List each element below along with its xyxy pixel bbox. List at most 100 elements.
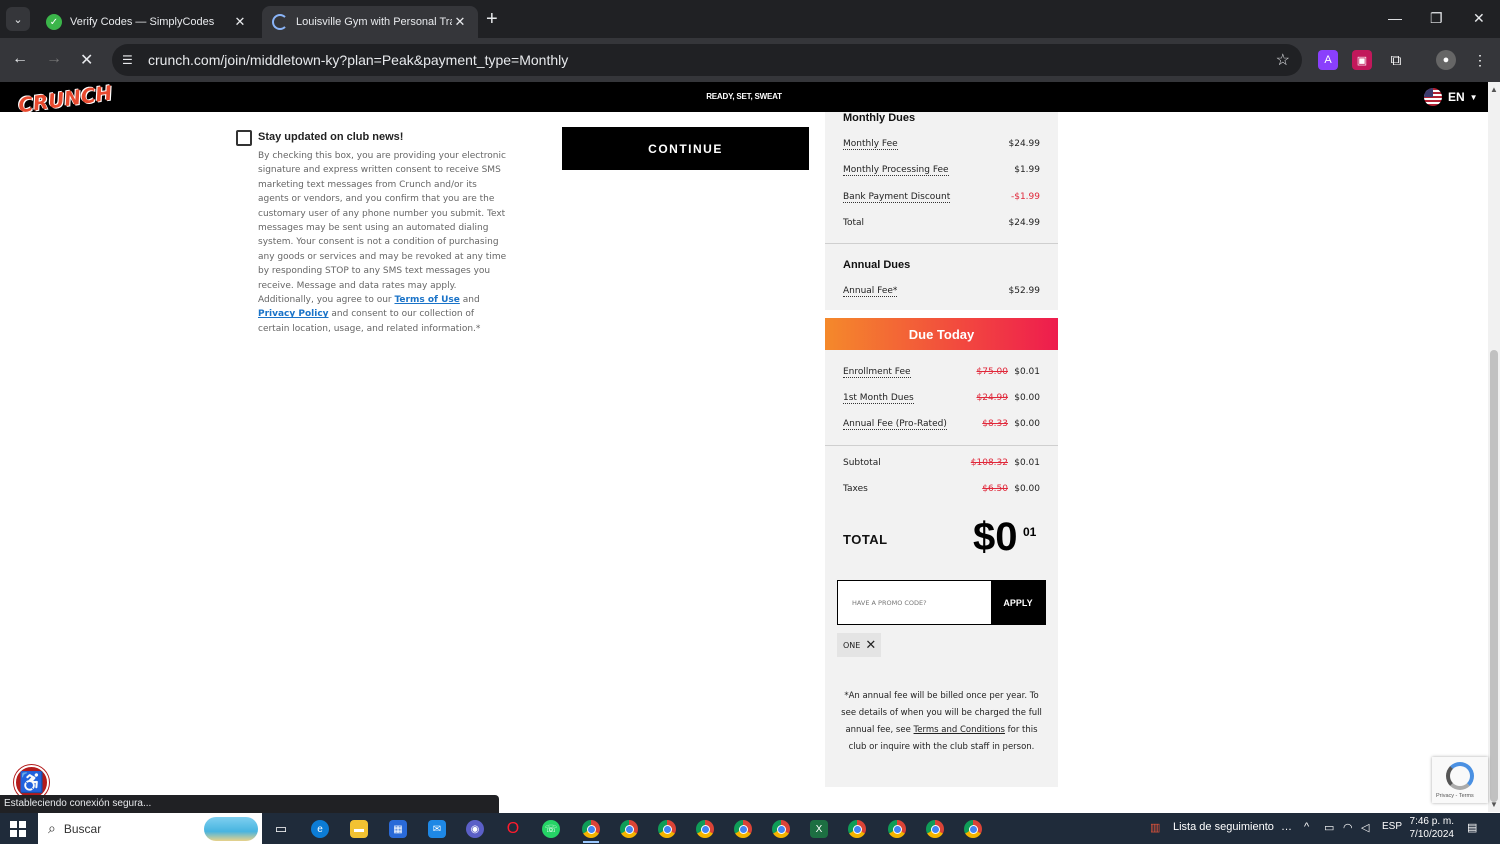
close-window-icon[interactable]: ✕ bbox=[1473, 10, 1485, 27]
summary-row: Taxes $6.50 $0.00 bbox=[843, 484, 1040, 498]
mail-icon[interactable]: ✉ bbox=[428, 820, 446, 838]
processing-fee-label[interactable]: Monthly Processing Fee bbox=[843, 165, 949, 176]
recaptcha-badge[interactable]: Privacy - Terms bbox=[1432, 757, 1488, 803]
optin-title: Stay updated on club news! bbox=[258, 131, 404, 143]
edge-icon[interactable]: e bbox=[311, 820, 329, 838]
taxes-original: $6.50 bbox=[982, 484, 1008, 494]
chrome-icon[interactable] bbox=[848, 820, 866, 838]
recaptcha-logo-icon bbox=[1446, 762, 1474, 790]
tab-title: Verify Codes — SimplyCodes bbox=[70, 16, 215, 28]
summary-row: Total $24.99 bbox=[843, 218, 1040, 232]
close-tab-icon[interactable]: ✕ bbox=[452, 14, 468, 30]
chrome-icon[interactable] bbox=[734, 820, 752, 838]
subtotal-original: $108.32 bbox=[970, 458, 1008, 468]
chrome-icon[interactable] bbox=[696, 820, 714, 838]
chrome-icon[interactable] bbox=[964, 820, 982, 838]
summary-row: Monthly Processing Fee $1.99 bbox=[843, 165, 1040, 179]
promo-code-input[interactable] bbox=[838, 581, 992, 624]
windows-start-icon[interactable] bbox=[10, 821, 26, 837]
total-dollars: $0 bbox=[973, 515, 1018, 559]
enrollment-fee-label[interactable]: Enrollment Fee bbox=[843, 367, 911, 378]
minimize-icon[interactable]: — bbox=[1388, 10, 1402, 26]
whatsapp-icon[interactable]: ☏ bbox=[542, 820, 560, 838]
tab-search-button[interactable]: ⌄ bbox=[6, 7, 30, 31]
summary-row: 1st Month Dues $24.99 $0.00 bbox=[843, 393, 1040, 407]
windows-taskbar: ⌕ Buscar ▭ e ▬ ▦ ✉ ◉ O ☏ X ▥ Lista de se… bbox=[0, 813, 1500, 844]
tab-simplycodes[interactable]: ✓ Verify Codes — SimplyCodes ✕ bbox=[36, 6, 258, 38]
profile-avatar-icon[interactable]: ● bbox=[1436, 50, 1456, 70]
chrome-icon[interactable] bbox=[888, 820, 906, 838]
enrollment-fee-value: $0.01 bbox=[1014, 367, 1040, 377]
bank-discount-value: -$1.99 bbox=[1010, 192, 1040, 202]
divider bbox=[825, 445, 1058, 446]
opera-icon[interactable]: O bbox=[504, 820, 522, 838]
address-bar[interactable]: ☰ crunch.com/join/middletown-ky?plan=Pea… bbox=[112, 44, 1302, 76]
scrollbar-thumb[interactable] bbox=[1490, 350, 1498, 802]
task-view-icon[interactable]: ▭ bbox=[272, 820, 290, 838]
browser-menu-icon[interactable]: ⋮ bbox=[1470, 50, 1490, 70]
scroll-up-icon[interactable]: ▲ bbox=[1490, 85, 1498, 94]
watchlist-icon[interactable]: ▥ bbox=[1150, 821, 1160, 834]
language-selector[interactable]: EN ▼ bbox=[1424, 88, 1478, 106]
divider bbox=[825, 243, 1058, 244]
stop-loading-icon[interactable]: ✕ bbox=[80, 50, 93, 70]
chrome-icon[interactable] bbox=[658, 820, 676, 838]
url-text[interactable]: crunch.com/join/middletown-ky?plan=Peak&… bbox=[148, 52, 568, 68]
extensions-puzzle-icon[interactable]: ⧉ bbox=[1386, 50, 1406, 70]
monthly-fee-label[interactable]: Monthly Fee bbox=[843, 139, 898, 150]
monthly-total-value: $24.99 bbox=[1008, 218, 1041, 228]
enrollment-fee-original: $75.00 bbox=[976, 367, 1009, 377]
tab-crunch[interactable]: Louisville Gym with Personal Trainers ✕ bbox=[262, 6, 478, 38]
chrome-icon[interactable] bbox=[582, 820, 600, 838]
summary-row: Bank Payment Discount -$1.99 bbox=[843, 192, 1040, 206]
chrome-icon[interactable] bbox=[926, 820, 944, 838]
first-month-dues-label[interactable]: 1st Month Dues bbox=[843, 393, 914, 404]
volume-icon[interactable]: ◁ bbox=[1361, 821, 1369, 834]
excel-icon[interactable]: X bbox=[810, 820, 828, 838]
prorated-annual-fee-label[interactable]: Annual Fee (Pro-Rated) bbox=[843, 419, 947, 430]
apply-promo-button[interactable]: APPLY bbox=[991, 581, 1045, 624]
annual-fee-label[interactable]: Annual Fee* bbox=[843, 286, 898, 297]
taskbar-clock[interactable]: 7:46 p. m. 7/10/2024 bbox=[1404, 815, 1455, 841]
taskbar-search[interactable]: ⌕ Buscar bbox=[38, 813, 262, 844]
store-icon[interactable]: ▦ bbox=[389, 820, 407, 838]
extension-a-icon[interactable]: A bbox=[1318, 50, 1338, 70]
restore-icon[interactable]: ❐ bbox=[1430, 10, 1443, 27]
back-arrow-icon[interactable]: ← bbox=[12, 50, 28, 68]
app-icon[interactable]: ◉ bbox=[466, 820, 484, 838]
terms-and-conditions-link[interactable]: Terms and Conditions bbox=[914, 725, 1005, 735]
clock-date: 7/10/2024 bbox=[1409, 829, 1455, 840]
tray-chevron-up-icon[interactable]: ^ bbox=[1304, 821, 1309, 833]
network-icon[interactable]: ▭ bbox=[1324, 821, 1334, 834]
terms-of-use-link[interactable]: Terms of Use bbox=[394, 295, 459, 305]
chevron-down-icon: ▼ bbox=[1469, 92, 1478, 102]
ellipsis-icon[interactable]: … bbox=[1281, 821, 1292, 833]
site-info-icon[interactable]: ☰ bbox=[122, 53, 142, 67]
page-scrollbar[interactable]: ▲ ▼ bbox=[1488, 82, 1500, 812]
new-tab-plus-icon[interactable]: + bbox=[486, 9, 498, 29]
scroll-down-icon[interactable]: ▼ bbox=[1490, 800, 1498, 809]
chrome-icon[interactable] bbox=[772, 820, 790, 838]
summary-row: Subtotal $108.32 $0.01 bbox=[843, 458, 1040, 472]
remove-promo-icon[interactable]: ✕ bbox=[865, 638, 876, 653]
loading-spinner-icon bbox=[272, 14, 288, 30]
extension-gift-icon[interactable]: ▣ bbox=[1352, 50, 1372, 70]
bank-discount-label[interactable]: Bank Payment Discount bbox=[843, 192, 951, 203]
tab-title: Louisville Gym with Personal Trainers bbox=[296, 16, 452, 28]
forward-arrow-icon[interactable]: → bbox=[46, 50, 62, 68]
recaptcha-links[interactable]: Privacy - Terms bbox=[1436, 793, 1474, 799]
bookmark-star-icon[interactable]: ☆ bbox=[1276, 50, 1290, 70]
us-flag-icon bbox=[1424, 88, 1442, 106]
continue-button[interactable]: CONTINUE bbox=[562, 127, 809, 170]
club-news-checkbox[interactable] bbox=[236, 130, 252, 146]
total-cents: 01 bbox=[1023, 525, 1037, 539]
file-explorer-icon[interactable]: ▬ bbox=[350, 820, 368, 838]
chrome-icon[interactable] bbox=[620, 820, 638, 838]
close-tab-icon[interactable]: ✕ bbox=[232, 14, 248, 30]
watchlist-label[interactable]: Lista de seguimiento bbox=[1173, 821, 1274, 833]
promo-code-form: APPLY bbox=[837, 580, 1046, 625]
privacy-policy-link[interactable]: Privacy Policy bbox=[258, 309, 329, 319]
wifi-icon[interactable]: ◠ bbox=[1343, 821, 1353, 834]
notifications-icon[interactable]: ▤ bbox=[1467, 821, 1477, 834]
input-language[interactable]: ESP bbox=[1382, 821, 1402, 832]
